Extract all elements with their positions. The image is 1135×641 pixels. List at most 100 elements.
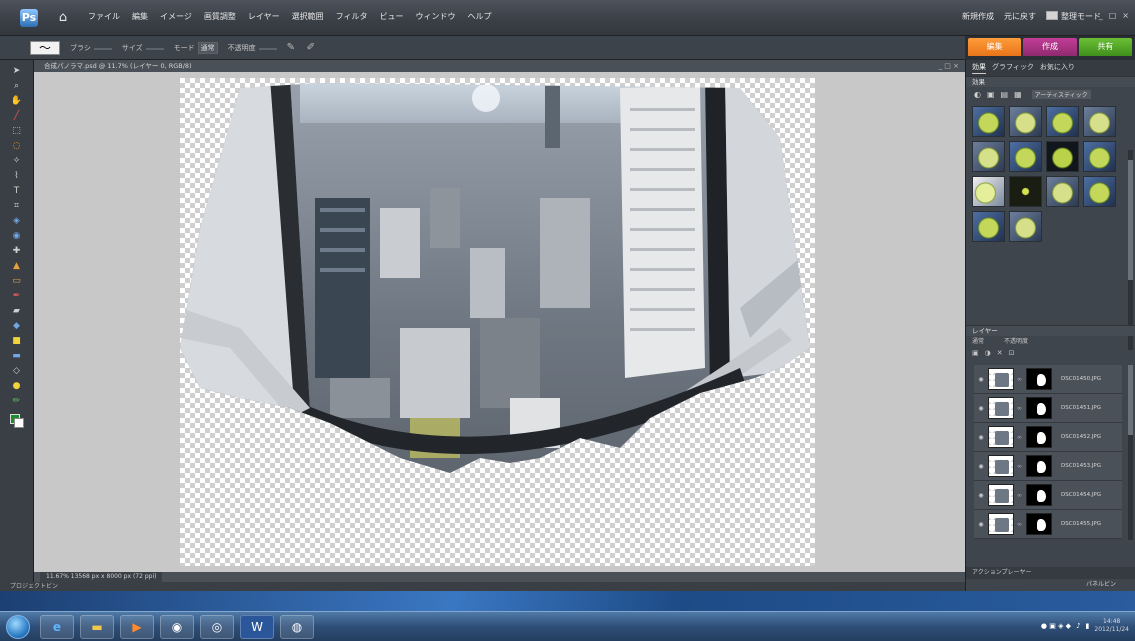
brush-preview[interactable]: 〜 <box>30 40 60 55</box>
effect-thumbnail[interactable] <box>1009 176 1042 207</box>
tab-create[interactable]: 作成 <box>1023 38 1077 56</box>
layer-mask-thumbnail[interactable] <box>1026 513 1052 535</box>
magic-wand-icon[interactable]: ✧ <box>10 155 24 167</box>
list-view-icon[interactable]: ▦ <box>1014 90 1022 99</box>
layer-row[interactable]: ◉ ∞ DSC01451.JPG <box>974 394 1122 423</box>
menu-filter[interactable]: フィルタ <box>336 11 368 22</box>
layer-opacity-label[interactable]: 不透明度 <box>1004 336 1028 348</box>
photo-effects-icon[interactable]: ▤ <box>1001 90 1009 99</box>
panel-bin-toggle[interactable]: パネルビン <box>966 579 1135 591</box>
paint-bucket-icon[interactable]: ◆ <box>10 320 24 332</box>
layer-mask-thumbnail[interactable] <box>1026 397 1052 419</box>
layer-row[interactable]: ◉ ∞ DSC01452.JPG <box>974 423 1122 452</box>
effects-header[interactable]: 効果 <box>966 76 1135 87</box>
filter-icon[interactable]: ◐ <box>974 90 981 99</box>
visibility-icon[interactable]: ◉ <box>977 463 985 470</box>
layer-mask-thumbnail[interactable] <box>1026 484 1052 506</box>
size-option[interactable]: サイズ <box>122 43 164 53</box>
tablet-icon[interactable]: ✐ <box>307 42 317 53</box>
tab-favorites[interactable]: お気に入り <box>1040 62 1075 74</box>
app-icon[interactable]: ◎ <box>200 615 234 639</box>
minimize-icon[interactable]: _ <box>1099 11 1103 20</box>
layer-style-icon[interactable]: ▣ <box>987 90 995 99</box>
canvas-area[interactable] <box>34 72 965 572</box>
explorer-folder-icon[interactable]: ▬ <box>80 615 114 639</box>
layer-row[interactable]: ◉ ∞ DSC01455.JPG <box>974 510 1122 539</box>
menu-file[interactable]: ファイル <box>88 11 120 22</box>
image-canvas[interactable] <box>180 78 815 566</box>
menu-select[interactable]: 選択範囲 <box>292 11 324 22</box>
layers-scrollbar[interactable] <box>1128 365 1133 540</box>
visibility-icon[interactable]: ◉ <box>977 521 985 528</box>
color-swatches[interactable] <box>9 414 24 428</box>
visibility-icon[interactable]: ◉ <box>977 492 985 499</box>
new-button[interactable]: 新規作成 <box>962 11 994 22</box>
layer-row[interactable]: ◉ ∞ DSC01453.JPG <box>974 452 1122 481</box>
effects-scrollbar[interactable] <box>1128 150 1133 350</box>
effect-thumbnail[interactable] <box>972 106 1005 137</box>
menu-layer[interactable]: レイヤー <box>248 11 280 22</box>
sponge-tool-icon[interactable]: ● <box>10 380 24 392</box>
lock-icon[interactable]: ⊡ <box>1009 348 1015 359</box>
layer-row[interactable]: ◉ ∞ DSC01454.JPG <box>974 481 1122 510</box>
close-icon[interactable]: × <box>1122 11 1129 20</box>
tab-graphics[interactable]: グラフィック <box>992 62 1034 74</box>
effect-thumbnail[interactable] <box>972 141 1005 172</box>
clone-stamp-icon[interactable]: ▲ <box>10 260 24 272</box>
media-player-icon[interactable]: ▶ <box>120 615 154 639</box>
quick-selection-icon[interactable]: ⌇ <box>10 170 24 182</box>
word-icon[interactable]: W <box>240 615 274 639</box>
effect-thumbnail[interactable] <box>972 211 1005 242</box>
red-eye-tool-icon[interactable]: ◉ <box>10 230 24 242</box>
menu-window[interactable]: ウィンドウ <box>415 11 455 22</box>
blend-mode-select[interactable]: 通常 <box>972 336 984 348</box>
effect-thumbnail[interactable] <box>1009 141 1042 172</box>
brush-option[interactable]: ブラシ <box>70 43 112 53</box>
action-player-toggle[interactable]: アクションプレーヤー <box>966 567 1135 579</box>
recompose-tool-icon[interactable]: ◈ <box>10 215 24 227</box>
effect-thumbnail[interactable] <box>1083 176 1116 207</box>
delete-layer-icon[interactable]: ✕ <box>997 348 1003 359</box>
effect-thumbnail[interactable] <box>1083 106 1116 137</box>
lasso-tool-icon[interactable]: ◌ <box>10 140 24 152</box>
layers-header[interactable]: レイヤー <box>966 325 1135 336</box>
marquee-tool-icon[interactable]: ⬚ <box>10 125 24 137</box>
effects-category-select[interactable]: アーティスティック <box>1031 90 1091 99</box>
tab-edit[interactable]: 編集 <box>968 38 1022 56</box>
photoshop-elements-icon[interactable]: ◍ <box>280 615 314 639</box>
tab-effects[interactable]: 効果 <box>972 62 986 74</box>
effect-thumbnail[interactable] <box>1083 141 1116 172</box>
crop-tool-icon[interactable]: ⌗ <box>10 200 24 212</box>
volume-icon[interactable]: ♪ <box>1076 622 1080 630</box>
smart-brush-icon[interactable]: ▰ <box>10 305 24 317</box>
effect-thumbnail[interactable] <box>1046 141 1079 172</box>
start-button[interactable] <box>6 615 30 639</box>
background-color[interactable] <box>13 418 24 428</box>
tab-share[interactable]: 共有 <box>1078 38 1132 56</box>
document-close-icon[interactable]: _ □ × <box>939 60 959 72</box>
maximize-icon[interactable]: □ <box>1109 11 1117 20</box>
pencil-tool-icon[interactable]: ✏ <box>10 395 24 407</box>
spot-healing-icon[interactable]: ✚ <box>10 245 24 257</box>
hand-tool-icon[interactable]: ✋ <box>10 95 24 107</box>
menu-enhance[interactable]: 画質調整 <box>204 11 236 22</box>
visibility-icon[interactable]: ◉ <box>977 405 985 412</box>
undo-button[interactable]: 元に戻す <box>1004 11 1036 22</box>
blur-tool-icon[interactable]: ◇ <box>10 365 24 377</box>
app-logo-icon[interactable]: Ps <box>20 9 38 27</box>
menu-view[interactable]: ビュー <box>379 11 403 22</box>
effect-thumbnail[interactable] <box>1046 176 1079 207</box>
organizer-button[interactable]: 整理モード <box>1046 11 1101 22</box>
layer-mask-thumbnail[interactable] <box>1026 368 1052 390</box>
tray-icons[interactable]: ● ▣ ◈ ◆ <box>1041 622 1071 630</box>
move-tool-icon[interactable]: ➤ <box>10 65 24 77</box>
menu-image[interactable]: イメージ <box>160 11 192 22</box>
zoom-tool-icon[interactable]: ⌕ <box>10 80 24 92</box>
shape-tool-icon[interactable]: ▬ <box>10 350 24 362</box>
opacity-option[interactable]: 不透明度 <box>228 43 277 53</box>
eraser-tool-icon[interactable]: ▭ <box>10 275 24 287</box>
visibility-icon[interactable]: ◉ <box>977 376 985 383</box>
internet-explorer-icon[interactable]: e <box>40 615 74 639</box>
clock[interactable]: 14:48 2012/11/24 <box>1094 618 1129 634</box>
project-bin-toggle[interactable]: プロジェクトビン <box>0 582 965 591</box>
